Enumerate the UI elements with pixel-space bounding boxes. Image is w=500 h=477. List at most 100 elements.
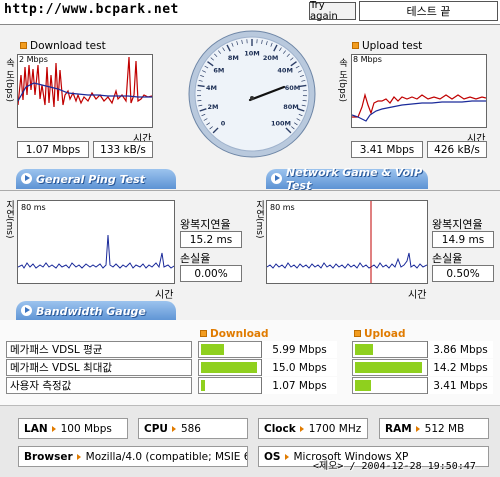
gauge-download-bar-area (201, 362, 258, 373)
cpu-info-value: 586 (180, 422, 201, 435)
gauge-upload-bar: 14.2 Mbps (352, 359, 493, 376)
ping-latency-label: 왕복지연율 (180, 218, 231, 231)
tab-general-ping-test-label: General Ping Test (36, 172, 145, 186)
gauge-upload-bar-fill (355, 380, 372, 391)
square-bullet-icon (354, 330, 361, 337)
dial-tick-label: 40M (277, 66, 293, 74)
gauge-row-label: 메가패스 VDSL 평균 (6, 341, 192, 358)
square-bullet-icon (20, 42, 27, 49)
tab-network-game-voip-test[interactable]: Network Game & VoIP Test (266, 166, 428, 192)
cpu-info-key: CPU (144, 422, 168, 435)
download-kbs-value: 133 kB/s (93, 141, 153, 158)
tab-network-game-voip-test-label: Network Game & VoIP Test (286, 166, 423, 192)
speed-dial-gauge: 0 2M 4M 6M 8M 10M 20M 40M 60M 80M 100M (188, 30, 316, 158)
arrow-right-icon (21, 173, 32, 184)
arrow-right-icon (21, 305, 32, 316)
game-loss-value: 0.50% (432, 265, 494, 282)
lan-info: LAN 100 Mbps (18, 418, 128, 439)
ram-info-key: RAM (385, 422, 412, 435)
upload-test-title-text: Upload test (362, 40, 423, 52)
triangle-right-icon (415, 425, 420, 432)
download-y-axis-label: 속 도(bps) (4, 58, 14, 102)
dial-tick-label: 60M (285, 84, 301, 92)
dial-minor-tick (302, 100, 307, 102)
gauge-upload-bar-area (355, 380, 423, 391)
gauge-upload-value: 3.86 Mbps (427, 341, 493, 358)
dial-tick-label: 8M (228, 54, 239, 62)
upload-test-title: Upload test (352, 40, 422, 52)
game-loss-label: 손실율 (432, 252, 463, 265)
gauge-download-bar-fill (201, 344, 224, 355)
dial-minor-tick (197, 100, 202, 102)
gauge-upload-bar-area (355, 344, 423, 355)
gauge-download-header-text: Download (210, 328, 269, 340)
ram-info-value: 512 MB (424, 422, 465, 435)
ping-y-axis-label: 지연(ms) (4, 200, 14, 239)
upload-chart: 8 Mbps (351, 54, 487, 128)
dial-tick-label: 4M (206, 84, 217, 92)
tab-bandwidth-gauge[interactable]: Bandwidth Gauge (16, 301, 176, 321)
gauge-upload-bar-fill (355, 362, 423, 373)
game-latency-label: 왕복지연율 (432, 218, 483, 231)
game-max-label: 80 ms (270, 203, 295, 212)
gauge-upload-bar: 3.86 Mbps (352, 341, 493, 358)
gauge-download-bar-fill (201, 362, 258, 373)
ping-max-label: 80 ms (21, 203, 46, 212)
dial-tick-label: 20M (263, 54, 279, 62)
test-status-field: 테스트 끝 (359, 1, 498, 21)
dial-tick-label: 6M (213, 66, 224, 74)
cpu-info: CPU 586 (138, 418, 248, 439)
gauge-download-bar: 1.07 Mbps (198, 377, 337, 394)
game-series (267, 252, 427, 269)
game-x-axis-label: 시간 (408, 290, 427, 301)
browser-info-key: Browser (24, 450, 73, 463)
clock-info-value: 1700 MHz (308, 422, 362, 435)
dial-tick-label: 0 (221, 119, 226, 127)
triangle-right-icon (299, 425, 304, 432)
tab-general-ping-test[interactable]: General Ping Test (16, 169, 176, 189)
download-chart: 2 Mbps (17, 54, 153, 128)
gauge-upload-header-text: Upload (364, 328, 406, 340)
game-chart: 80 ms (266, 200, 428, 284)
dial-tick-label: 80M (283, 103, 299, 111)
arrow-right-icon (271, 173, 282, 184)
lan-info-value: 100 Mbps (60, 422, 112, 435)
tab-bandwidth-gauge-label: Bandwidth Gauge (36, 304, 146, 318)
gauge-upload-value: 14.2 Mbps (427, 359, 493, 376)
dial-tick-label: 100M (271, 119, 291, 127)
lan-info-key: LAN (24, 422, 48, 435)
clock-info-key: Clock (264, 422, 296, 435)
gauge-upload-bar-area (355, 362, 423, 373)
triangle-right-icon (51, 425, 56, 432)
clock-info: Clock 1700 MHz (258, 418, 368, 439)
site-url-text: http://www.bcpark.net (4, 2, 179, 17)
download-max-label: 2 Mbps (19, 55, 48, 64)
square-bullet-icon (352, 42, 359, 49)
upload-y-axis-label: 속 도(bps) (337, 58, 347, 102)
gauge-download-bar: 15.0 Mbps (198, 359, 337, 376)
download-test-title-text: Download test (30, 40, 106, 52)
ping-chart: 80 ms (17, 200, 175, 284)
gauge-upload-value: 3.41 Mbps (427, 377, 493, 394)
ping-series (18, 234, 174, 269)
triangle-right-icon (284, 453, 289, 460)
ping-x-axis-label: 시간 (155, 290, 174, 301)
upload-mbps-value: 3.41 Mbps (351, 141, 423, 158)
gauge-download-bar: 5.99 Mbps (198, 341, 337, 358)
gauge-row-label: 사용자 측정값 (6, 377, 192, 394)
footer-timestamp: <제오> / 2004-12-28 19:50:47 (313, 461, 476, 472)
download-red-series (18, 56, 152, 108)
game-latency-value: 14.9 ms (432, 231, 494, 248)
ping-loss-value: 0.00% (180, 265, 242, 282)
gauge-download-value: 15.0 Mbps (261, 359, 337, 376)
try-again-button[interactable]: Try again (309, 0, 356, 22)
gauge-download-header: Download (200, 328, 269, 340)
gauge-download-value: 5.99 Mbps (261, 341, 337, 358)
ram-info: RAM 512 MB (379, 418, 489, 439)
gauge-download-value: 1.07 Mbps (261, 377, 337, 394)
download-test-title: Download test (20, 40, 106, 52)
triangle-right-icon (76, 453, 81, 460)
gauge-upload-bar-fill (355, 344, 374, 355)
triangle-right-icon (171, 425, 176, 432)
gauge-download-bar-fill (201, 380, 205, 391)
